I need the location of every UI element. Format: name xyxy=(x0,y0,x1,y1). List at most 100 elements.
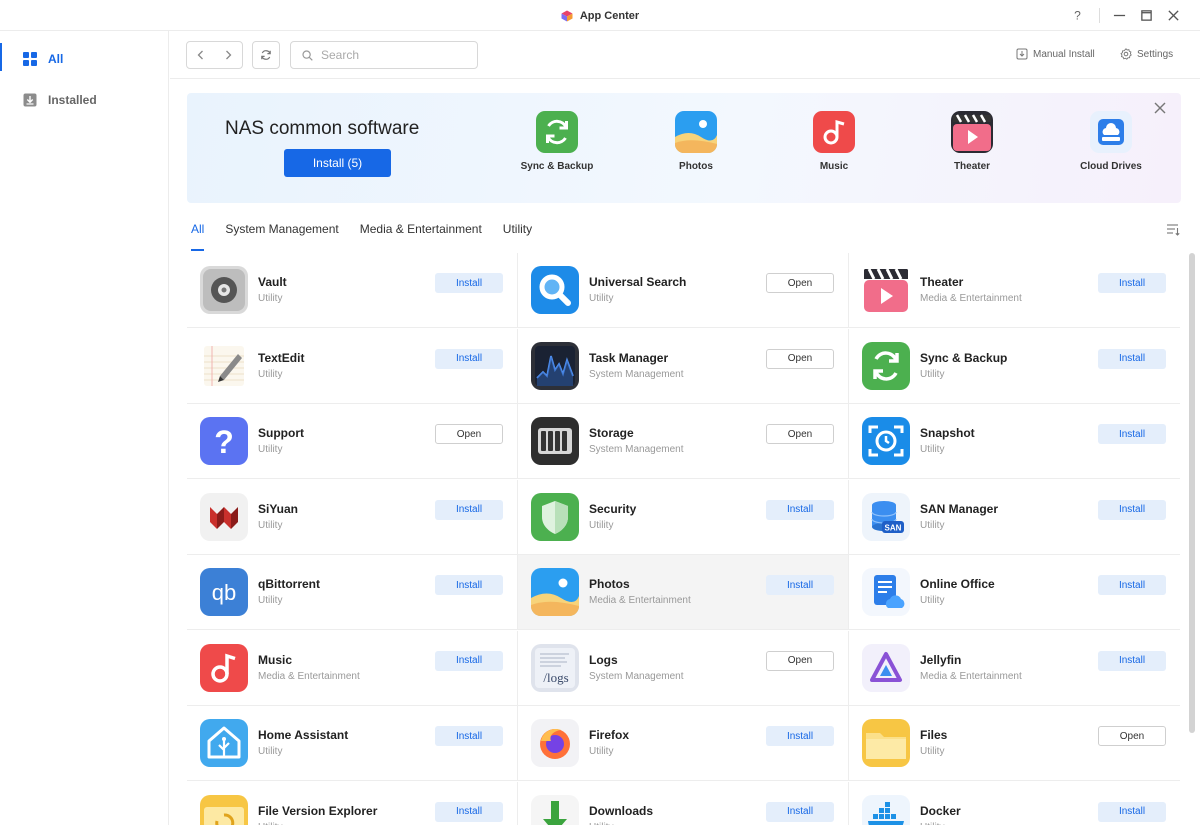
app-card[interactable]: Downloads Utility Install xyxy=(518,781,849,825)
install-button[interactable]: Install xyxy=(1098,575,1166,595)
banner-app-label: Music xyxy=(819,161,849,172)
banner-app-music[interactable]: Music xyxy=(774,111,894,172)
app-card[interactable]: Music Media & Entertainment Install xyxy=(187,630,518,706)
app-card[interactable]: File Version Explorer Utility Install xyxy=(187,781,518,825)
install-button[interactable]: Install xyxy=(435,273,503,293)
sidebar-item-installed[interactable]: Installed xyxy=(0,83,169,117)
scrollbar[interactable] xyxy=(1189,253,1195,733)
install-button[interactable]: Install xyxy=(435,650,503,671)
open-button[interactable]: Open xyxy=(766,424,834,444)
promo-banner: NAS common software Install (5) Sync & B… xyxy=(187,93,1181,203)
search-box[interactable] xyxy=(290,41,478,69)
install-button[interactable]: Install xyxy=(766,499,834,520)
photos-icon xyxy=(675,111,717,153)
tab-utility[interactable]: Utility xyxy=(503,220,532,244)
install-button[interactable]: Install xyxy=(435,726,503,746)
app-card[interactable]: ? Support Utility Open xyxy=(187,404,518,479)
app-card[interactable]: Photos Media & Entertainment Install xyxy=(518,555,849,630)
install-button[interactable]: Install xyxy=(766,801,834,822)
app-card[interactable]: SiYuan Utility Install xyxy=(187,479,518,555)
install-button[interactable]: Install xyxy=(435,499,503,520)
app-name: Storage xyxy=(589,426,634,440)
install-button[interactable]: Install xyxy=(1098,348,1166,369)
manual-install-button[interactable]: Manual Install xyxy=(1016,48,1095,60)
close-button[interactable] xyxy=(1160,0,1186,31)
install-button[interactable]: Install xyxy=(1098,424,1166,444)
app-card[interactable]: Home Assistant Utility Install xyxy=(187,706,518,781)
app-card[interactable]: Sync & Backup Utility Install xyxy=(849,329,1180,404)
install-button[interactable]: Install xyxy=(1098,650,1166,671)
banner-app-photos[interactable]: Photos xyxy=(636,111,756,172)
install-button[interactable]: Install xyxy=(435,801,503,822)
app-name: SAN Manager xyxy=(920,501,999,516)
san-app-icon: SAN xyxy=(862,492,910,541)
app-card[interactable]: Storage System Management Open xyxy=(518,404,849,479)
search-input[interactable] xyxy=(321,48,471,62)
app-card[interactable]: TextEdit Utility Install xyxy=(187,328,518,404)
install-button[interactable]: Install xyxy=(1098,273,1166,293)
back-button[interactable] xyxy=(187,42,215,68)
open-button[interactable]: Open xyxy=(1098,726,1166,746)
app-category: Utility xyxy=(920,822,944,825)
office-app-icon xyxy=(862,568,910,616)
tab-media-entertainment[interactable]: Media & Entertainment xyxy=(360,220,482,244)
app-card[interactable]: Jellyfin Media & Entertainment Install xyxy=(849,631,1180,706)
sort-icon[interactable] xyxy=(1166,222,1180,236)
open-button[interactable]: Open xyxy=(766,348,834,369)
app-category: Utility xyxy=(589,519,614,531)
banner-install-button[interactable]: Install (5) xyxy=(284,149,391,177)
sidebar-item-label: Installed xyxy=(48,93,97,107)
app-card[interactable]: Task Manager System Management Open xyxy=(518,328,849,404)
title-divider xyxy=(1099,8,1100,23)
app-card[interactable]: Vault Utility Install xyxy=(187,253,518,328)
install-button[interactable]: Install xyxy=(766,726,834,746)
manual-install-label: Manual Install xyxy=(1033,48,1095,60)
install-button[interactable]: Install xyxy=(435,348,503,369)
app-card[interactable]: /logs Logs System Management Open xyxy=(518,630,849,706)
install-button[interactable]: Install xyxy=(1098,801,1166,822)
app-card[interactable]: Online Office Utility Install xyxy=(849,555,1180,630)
forward-button[interactable] xyxy=(215,42,243,68)
install-button[interactable]: Install xyxy=(766,575,834,595)
manual-install-icon xyxy=(1016,48,1028,60)
app-category: Utility xyxy=(589,293,614,304)
maximize-button[interactable] xyxy=(1133,0,1159,31)
app-category: System Management xyxy=(589,444,684,455)
app-name: Universal Search xyxy=(589,275,687,289)
tab-system-management[interactable]: System Management xyxy=(225,220,338,244)
settings-button[interactable]: Settings xyxy=(1120,48,1173,60)
gear-icon xyxy=(1120,48,1132,60)
banner-app-sync-backup[interactable]: Sync & Backup xyxy=(497,111,617,172)
banner-app-cloud-drives[interactable]: Cloud Drives xyxy=(1051,111,1171,172)
install-button[interactable]: Install xyxy=(1098,499,1166,520)
install-button[interactable]: Install xyxy=(435,575,503,595)
app-card[interactable]: Security Utility Install xyxy=(518,479,849,555)
app-card[interactable]: Files Utility Open xyxy=(849,706,1180,781)
app-card[interactable]: Docker Utility Install xyxy=(849,782,1180,825)
minimize-button[interactable] xyxy=(1106,0,1132,31)
app-card[interactable]: Theater Media & Entertainment Install xyxy=(849,253,1180,328)
banner-close-icon[interactable] xyxy=(1153,101,1167,115)
close-icon xyxy=(1167,10,1179,21)
app-category: Utility xyxy=(258,444,283,455)
help-button[interactable]: ? xyxy=(1064,0,1090,31)
support-app-icon: ? xyxy=(200,417,248,465)
app-category: Utility xyxy=(258,595,283,606)
qbit-app-icon: qb xyxy=(200,568,248,616)
app-card[interactable]: Universal Search Utility Open xyxy=(518,253,849,328)
app-category: Utility xyxy=(258,368,283,380)
tab-all[interactable]: All xyxy=(191,220,205,251)
banner-app-label: Sync & Backup xyxy=(520,161,594,172)
app-name: Security xyxy=(589,501,637,516)
refresh-button[interactable] xyxy=(252,41,280,69)
app-card[interactable]: SAN SAN Manager Utility Install xyxy=(849,480,1180,555)
sidebar-item-all[interactable]: All xyxy=(0,42,169,76)
open-button[interactable]: Open xyxy=(435,424,503,444)
banner-app-theater[interactable]: Theater xyxy=(912,111,1032,172)
app-card[interactable]: Snapshot Utility Install xyxy=(849,404,1180,479)
chevron-right-icon xyxy=(226,50,232,60)
app-card[interactable]: qb qBittorrent Utility Install xyxy=(187,555,518,630)
open-button[interactable]: Open xyxy=(766,273,834,293)
app-card[interactable]: Firefox Utility Install xyxy=(518,706,849,781)
open-button[interactable]: Open xyxy=(766,650,834,671)
